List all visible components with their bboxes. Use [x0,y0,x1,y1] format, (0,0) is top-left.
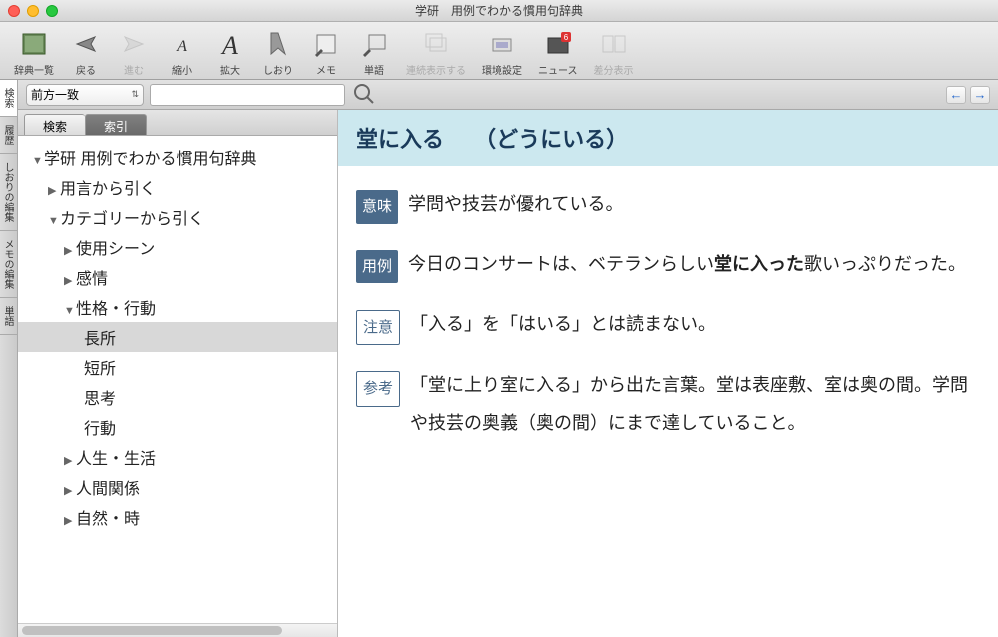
vtab-memo-edit[interactable]: メモの編集 [0,231,17,298]
tree-action[interactable]: 行動 [18,412,337,442]
stack-icon [420,28,452,60]
chevron-right-icon: ▶ [48,184,60,197]
entry-section: 用例今日のコンサートは、ベテランらしい堂に入った歌いっぷりだった。 [356,246,980,284]
bookmark-icon [262,28,294,60]
chevron-right-icon: ▶ [64,454,76,467]
vtab-history[interactable]: 履歴 [0,117,17,154]
vertical-tab-strip: 検索 履歴 しおりの編集 メモの編集 単語 [0,80,18,637]
toolbar-word[interactable]: 単語 [354,26,394,79]
tree-yougen[interactable]: ▶用言から引く [18,172,337,202]
entry-section: 注意「入る」を「はいる」とは読まない。 [356,306,980,346]
main-toolbar: 辞典一覧 戻る 進む A 縮小 A 拡大 しおり メモ 単語 連続表示する 環境… [0,22,998,80]
section-tag: 用例 [356,250,398,284]
chevron-down-icon: ▼ [64,305,76,317]
toolbar-back[interactable]: 戻る [66,26,106,79]
toolbar-forward[interactable]: 進む [114,26,154,79]
section-text: 学問や技芸が優れている。 [408,186,980,224]
traffic-lights [8,5,58,17]
panel-tab-search[interactable]: 検索 [24,114,85,135]
toolbar-dict-list[interactable]: 辞典一覧 [10,26,58,79]
vtab-bookmark-edit[interactable]: しおりの編集 [0,154,17,231]
entry-section: 意味学問や技芸が優れている。 [356,186,980,224]
window-title: 学研 用例でわかる慣用句辞典 [8,2,990,19]
tree-life[interactable]: ▶人生・生活 [18,442,337,472]
tree-emotion[interactable]: ▶感情 [18,262,337,292]
chevron-down-icon: ▼ [48,215,60,227]
close-button[interactable] [8,5,20,17]
tree-scene[interactable]: ▶使用シーン [18,232,337,262]
search-button[interactable] [351,82,377,108]
vtab-word[interactable]: 単語 [0,298,17,335]
zoom-button[interactable] [46,5,58,17]
section-text: 「堂に上り室に入る」から出た言葉。堂は表座敷、室は奥の間。学問や技芸の奥義（奥の… [410,367,980,443]
tree-category[interactable]: ▼カテゴリーから引く [18,202,337,232]
section-text: 「入る」を「はいる」とは読まない。 [410,306,980,344]
section-tag: 意味 [356,190,398,224]
chevron-right-icon: ▶ [64,514,76,527]
search-mode-select[interactable]: 前方一致 [26,84,144,106]
entry-header: 堂に入る （どうにいる） [338,110,998,166]
chevron-right-icon: ▶ [64,484,76,497]
tree-relations[interactable]: ▶人間関係 [18,472,337,502]
font-large-icon: A [214,28,246,60]
svg-text:A: A [220,31,238,59]
book-icon [18,28,50,60]
news-badge-icon: 6 [542,28,574,60]
section-tag: 参考 [356,371,400,407]
memo-icon [310,28,342,60]
index-tree: ▼学研 用例でわかる慣用句辞典 ▶用言から引く ▼カテゴリーから引く ▶使用シー… [18,136,337,623]
font-small-icon: A [166,28,198,60]
entry-reading: （どうにいる） [474,127,628,152]
toolbar-prefs[interactable]: 環境設定 [478,26,526,79]
arrow-right-icon [118,28,150,60]
content-panel: 堂に入る （どうにいる） 意味学問や技芸が優れている。用例今日のコンサートは、ベ… [338,110,998,637]
vtab-search[interactable]: 検索 [0,80,17,117]
minimize-button[interactable] [27,5,39,17]
nav-next-button[interactable]: → [970,86,990,104]
chevron-right-icon: ▶ [64,244,76,257]
navigation-arrows: ← → [946,86,990,104]
tree-strength[interactable]: 長所 [18,322,337,352]
tree-root[interactable]: ▼学研 用例でわかる慣用句辞典 [18,142,337,172]
toolbar-diff: 差分表示 [590,26,638,79]
section-text: 今日のコンサートは、ベテランらしい堂に入った歌いっぷりだった。 [408,246,980,284]
toolbar-enlarge[interactable]: A 拡大 [210,26,250,79]
nav-prev-button[interactable]: ← [946,86,966,104]
toolbar-bookmark[interactable]: しおり [258,26,298,79]
tree-thinking[interactable]: 思考 [18,382,337,412]
tree-weakness[interactable]: 短所 [18,352,337,382]
panel-tabs: 検索 索引 [18,110,337,136]
panel-tab-index[interactable]: 索引 [85,114,147,135]
svg-text:A: A [176,38,187,55]
gear-icon [486,28,518,60]
toolbar-memo[interactable]: メモ [306,26,346,79]
entry-body: 意味学問や技芸が優れている。用例今日のコンサートは、ベテランらしい堂に入った歌い… [338,166,998,485]
section-tag: 注意 [356,310,400,346]
horizontal-scrollbar[interactable] [18,623,337,637]
scroll-thumb[interactable] [22,626,282,635]
chevron-down-icon: ▼ [32,155,44,167]
toolbar-news[interactable]: 6 ニュース [534,26,582,79]
toolbar-continuous: 連続表示する [402,26,470,79]
word-icon [358,28,390,60]
toolbar-shrink[interactable]: A 縮小 [162,26,202,79]
search-input[interactable] [150,84,345,106]
tree-nature[interactable]: ▶自然・時 [18,502,337,532]
entry-section: 参考「堂に上り室に入る」から出た言葉。堂は表座敷、室は奥の間。学問や技芸の奥義（… [356,367,980,443]
arrow-left-icon [70,28,102,60]
magnifier-icon [352,82,376,106]
entry-headword: 堂に入る [356,127,444,152]
search-bar: 前方一致 ← → [0,80,998,110]
window-titlebar: 学研 用例でわかる慣用句辞典 [0,0,998,22]
svg-text:6: 6 [564,33,569,42]
split-icon [598,28,630,60]
tree-personality[interactable]: ▼性格・行動 [18,292,337,322]
index-panel: 検索 索引 ▼学研 用例でわかる慣用句辞典 ▶用言から引く ▼カテゴリーから引く… [18,110,338,637]
chevron-right-icon: ▶ [64,274,76,287]
main-area: 検索 索引 ▼学研 用例でわかる慣用句辞典 ▶用言から引く ▼カテゴリーから引く… [18,110,998,637]
